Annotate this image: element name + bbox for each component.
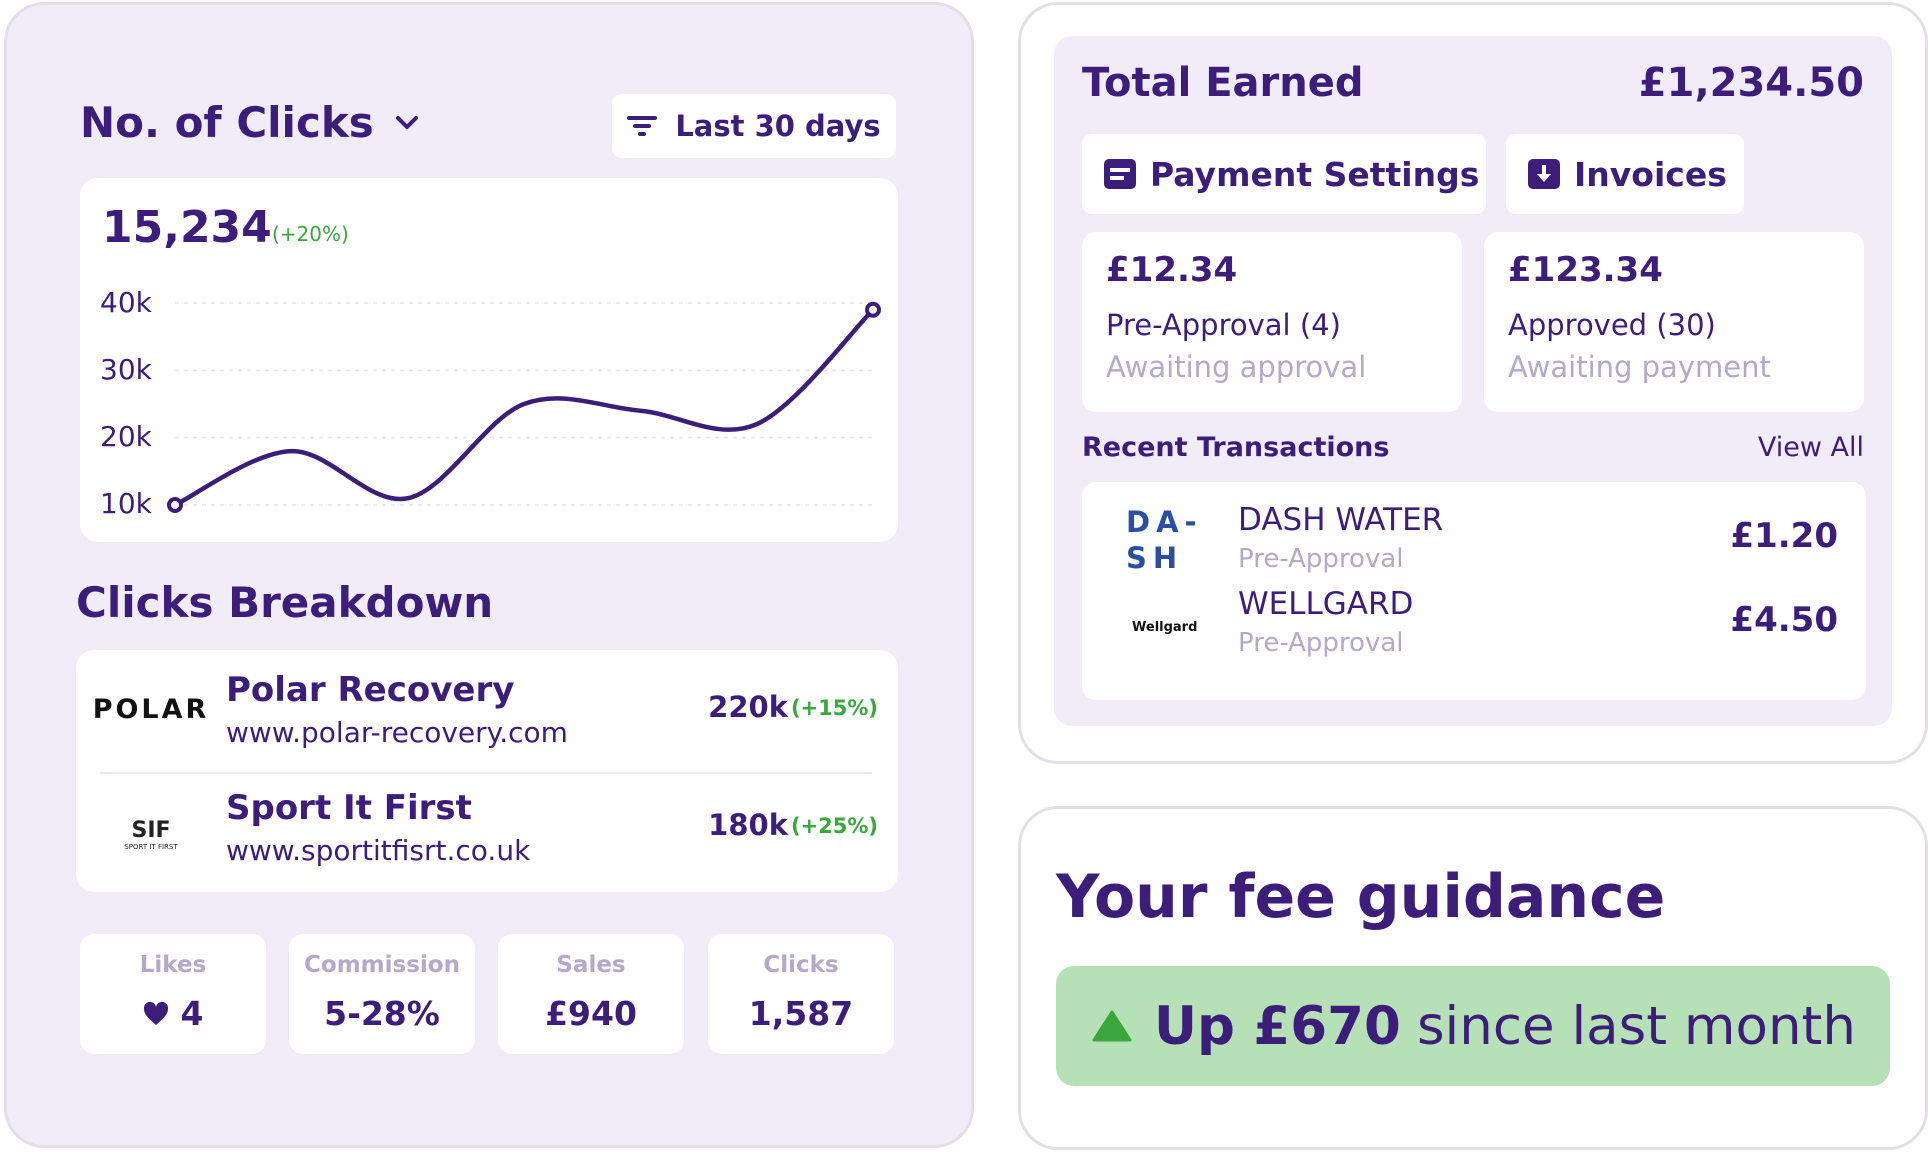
list-item[interactable]: POLAR Polar Recovery www.polar-recovery.… — [76, 650, 898, 768]
chevron-down-icon — [395, 115, 418, 129]
stat-label: Clicks — [763, 952, 839, 978]
brand-name: Sport It First — [226, 788, 472, 828]
payment-settings-label: Payment Settings — [1150, 154, 1480, 194]
transaction-name: DASH WATER — [1238, 502, 1444, 538]
stat-value: 4 — [180, 994, 204, 1033]
data-point — [167, 497, 183, 513]
clicks-line-chart — [167, 301, 881, 513]
earnings-title: Total Earned — [1082, 60, 1364, 106]
download-icon — [1528, 159, 1560, 189]
brand-url: www.polar-recovery.com — [226, 716, 568, 749]
transaction-row[interactable]: DA- SH DASH WATER Pre-Approval £1.20 — [1082, 482, 1866, 586]
wellgard-logo: Wellgard — [1132, 620, 1198, 635]
filter-icon — [627, 116, 658, 136]
pre-approval-label: Pre-Approval (4) — [1106, 308, 1341, 342]
brand-change: (+25%) — [790, 814, 878, 838]
date-filter-button[interactable]: Last 30 days — [612, 94, 896, 158]
transaction-status: Pre-Approval — [1238, 544, 1404, 574]
brand-url: www.sportitfisrt.co.uk — [226, 834, 531, 867]
earnings-box: Total Earned £1,234.50 Payment Settings … — [1054, 36, 1892, 726]
fee-change-amount: Up £670 — [1154, 995, 1401, 1057]
data-point — [865, 301, 881, 318]
view-all-link[interactable]: View All — [1758, 432, 1864, 463]
list-item[interactable]: SIF SPORT IT FIRST Sport It First www.sp… — [76, 774, 898, 892]
filter-label: Last 30 days — [675, 109, 881, 143]
metric-selector[interactable]: No. of Clicks — [80, 98, 418, 147]
sif-logo-sub: SPORT IT FIRST — [124, 842, 178, 851]
invoices-button[interactable]: Invoices — [1506, 134, 1744, 214]
stat-commission: Commission 5-28% — [289, 934, 475, 1054]
sif-logo: SIF SPORT IT FIRST — [96, 804, 206, 864]
fee-change-banner: Up £670 since last month — [1056, 966, 1890, 1086]
stat-label: Sales — [556, 952, 626, 978]
dash-logo-line: SH — [1126, 541, 1184, 575]
settings-card-icon — [1104, 159, 1136, 189]
brand-change: (+15%) — [790, 696, 878, 720]
brand-clicks: 220k — [708, 690, 788, 724]
stat-value: £940 — [545, 994, 637, 1033]
payment-settings-button[interactable]: Payment Settings — [1082, 134, 1486, 214]
dash-water-logo: DA- SH — [1126, 504, 1203, 576]
polar-logo-text: POLAR — [92, 693, 210, 725]
sif-logo-text: SIF — [131, 817, 171, 843]
transactions-list: DA- SH DASH WATER Pre-Approval £1.20 Wel… — [1082, 482, 1866, 700]
approved-amount: £123.34 — [1508, 250, 1663, 290]
stat-value: 5-28% — [324, 994, 440, 1033]
stat-likes: Likes 4 — [80, 934, 266, 1054]
polar-logo: POLAR — [93, 694, 207, 725]
recent-transactions-title: Recent Transactions — [1082, 432, 1390, 463]
pre-approval-status: Awaiting approval — [1106, 350, 1367, 384]
approved-label: Approved (30) — [1508, 308, 1716, 342]
approved-card[interactable]: £123.34 Approved (30) Awaiting payment — [1484, 232, 1864, 412]
transaction-amount: £4.50 — [1730, 600, 1838, 640]
metric-title: No. of Clicks — [80, 98, 374, 147]
brand-clicks: 180k — [708, 808, 788, 842]
breakdown-title: Clicks Breakdown — [76, 578, 494, 627]
transaction-row[interactable]: Wellgard WELLGARD Pre-Approval £4.50 — [1082, 586, 1866, 690]
stat-label: Likes — [139, 952, 207, 978]
approved-status: Awaiting payment — [1508, 350, 1771, 384]
brand-name: Polar Recovery — [226, 670, 515, 710]
earnings-amount: £1,234.50 — [1638, 60, 1864, 106]
invoices-label: Invoices — [1574, 154, 1727, 194]
clicks-chart-card: 15,234 (+20%) 40k 30k 20k 10k — [80, 178, 898, 542]
stat-value: 1,587 — [748, 994, 854, 1033]
transaction-status: Pre-Approval — [1238, 628, 1404, 658]
heart-icon — [143, 1001, 168, 1025]
fee-change-period: since last month — [1416, 995, 1856, 1057]
transaction-name: WELLGARD — [1238, 586, 1414, 622]
transaction-amount: £1.20 — [1730, 516, 1838, 556]
stat-clicks: Clicks 1,587 — [708, 934, 894, 1054]
stat-label: Commission — [304, 952, 460, 978]
pre-approval-card[interactable]: £12.34 Pre-Approval (4) Awaiting approva… — [1082, 232, 1462, 412]
triangle-up-icon — [1092, 1010, 1132, 1042]
dash-logo-line: DA- — [1126, 505, 1203, 539]
series-line — [172, 307, 876, 508]
stat-sales: Sales £940 — [498, 934, 684, 1054]
stat-value-row: 4 — [80, 994, 266, 1033]
pre-approval-amount: £12.34 — [1106, 250, 1238, 290]
breakdown-list: POLAR Polar Recovery www.polar-recovery.… — [76, 650, 898, 892]
fee-guidance-title: Your fee guidance — [1056, 862, 1666, 932]
